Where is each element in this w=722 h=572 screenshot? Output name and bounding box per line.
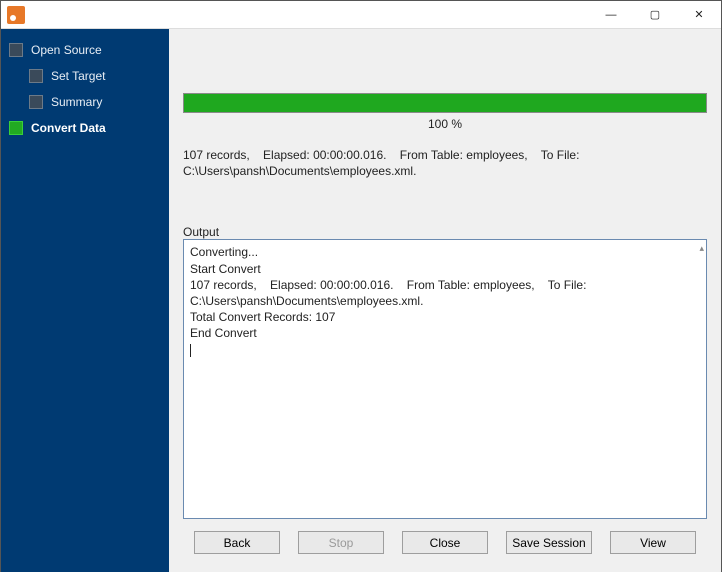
- progress-label: 100 %: [183, 117, 707, 131]
- step-indicator-icon: [29, 95, 43, 109]
- output-content: Converting... Start Convert 107 records,…: [190, 245, 590, 340]
- sidebar: Open Source Set Target Summary Convert D…: [1, 29, 169, 572]
- step-indicator-icon: [9, 121, 23, 135]
- save-session-button[interactable]: Save Session: [506, 531, 592, 554]
- sidebar-item-label: Set Target: [51, 69, 105, 83]
- sidebar-item-summary[interactable]: Summary: [1, 89, 169, 115]
- window-close-button[interactable]: ✕: [677, 1, 721, 29]
- sidebar-item-set-target[interactable]: Set Target: [1, 63, 169, 89]
- output-textarea[interactable]: Converting... Start Convert 107 records,…: [183, 239, 707, 519]
- status-text: 107 records, Elapsed: 00:00:00.016. From…: [183, 147, 707, 179]
- minimize-button[interactable]: —: [589, 1, 633, 29]
- step-indicator-icon: [9, 43, 23, 57]
- progress-section: 100 %: [183, 93, 707, 131]
- sidebar-item-label: Convert Data: [31, 121, 106, 135]
- titlebar: — ▢ ✕: [1, 1, 721, 29]
- progress-fill: [184, 94, 706, 112]
- window-controls: — ▢ ✕: [589, 1, 721, 29]
- maximize-button[interactable]: ▢: [633, 1, 677, 29]
- text-caret: [190, 344, 191, 357]
- scroll-up-icon: ▴: [699, 242, 704, 254]
- sidebar-item-label: Summary: [51, 95, 102, 109]
- output-label: Output: [183, 225, 707, 239]
- app-icon: [7, 6, 25, 24]
- stop-button: Stop: [298, 531, 384, 554]
- sidebar-item-convert-data[interactable]: Convert Data: [1, 115, 169, 141]
- step-indicator-icon: [29, 69, 43, 83]
- sidebar-item-open-source[interactable]: Open Source: [1, 37, 169, 63]
- back-button[interactable]: Back: [194, 531, 280, 554]
- close-button[interactable]: Close: [402, 531, 488, 554]
- main-panel: 100 % 107 records, Elapsed: 00:00:00.016…: [169, 29, 721, 572]
- button-row: Back Stop Close Save Session View: [183, 531, 707, 558]
- sidebar-item-label: Open Source: [31, 43, 102, 57]
- progress-bar: [183, 93, 707, 113]
- view-button[interactable]: View: [610, 531, 696, 554]
